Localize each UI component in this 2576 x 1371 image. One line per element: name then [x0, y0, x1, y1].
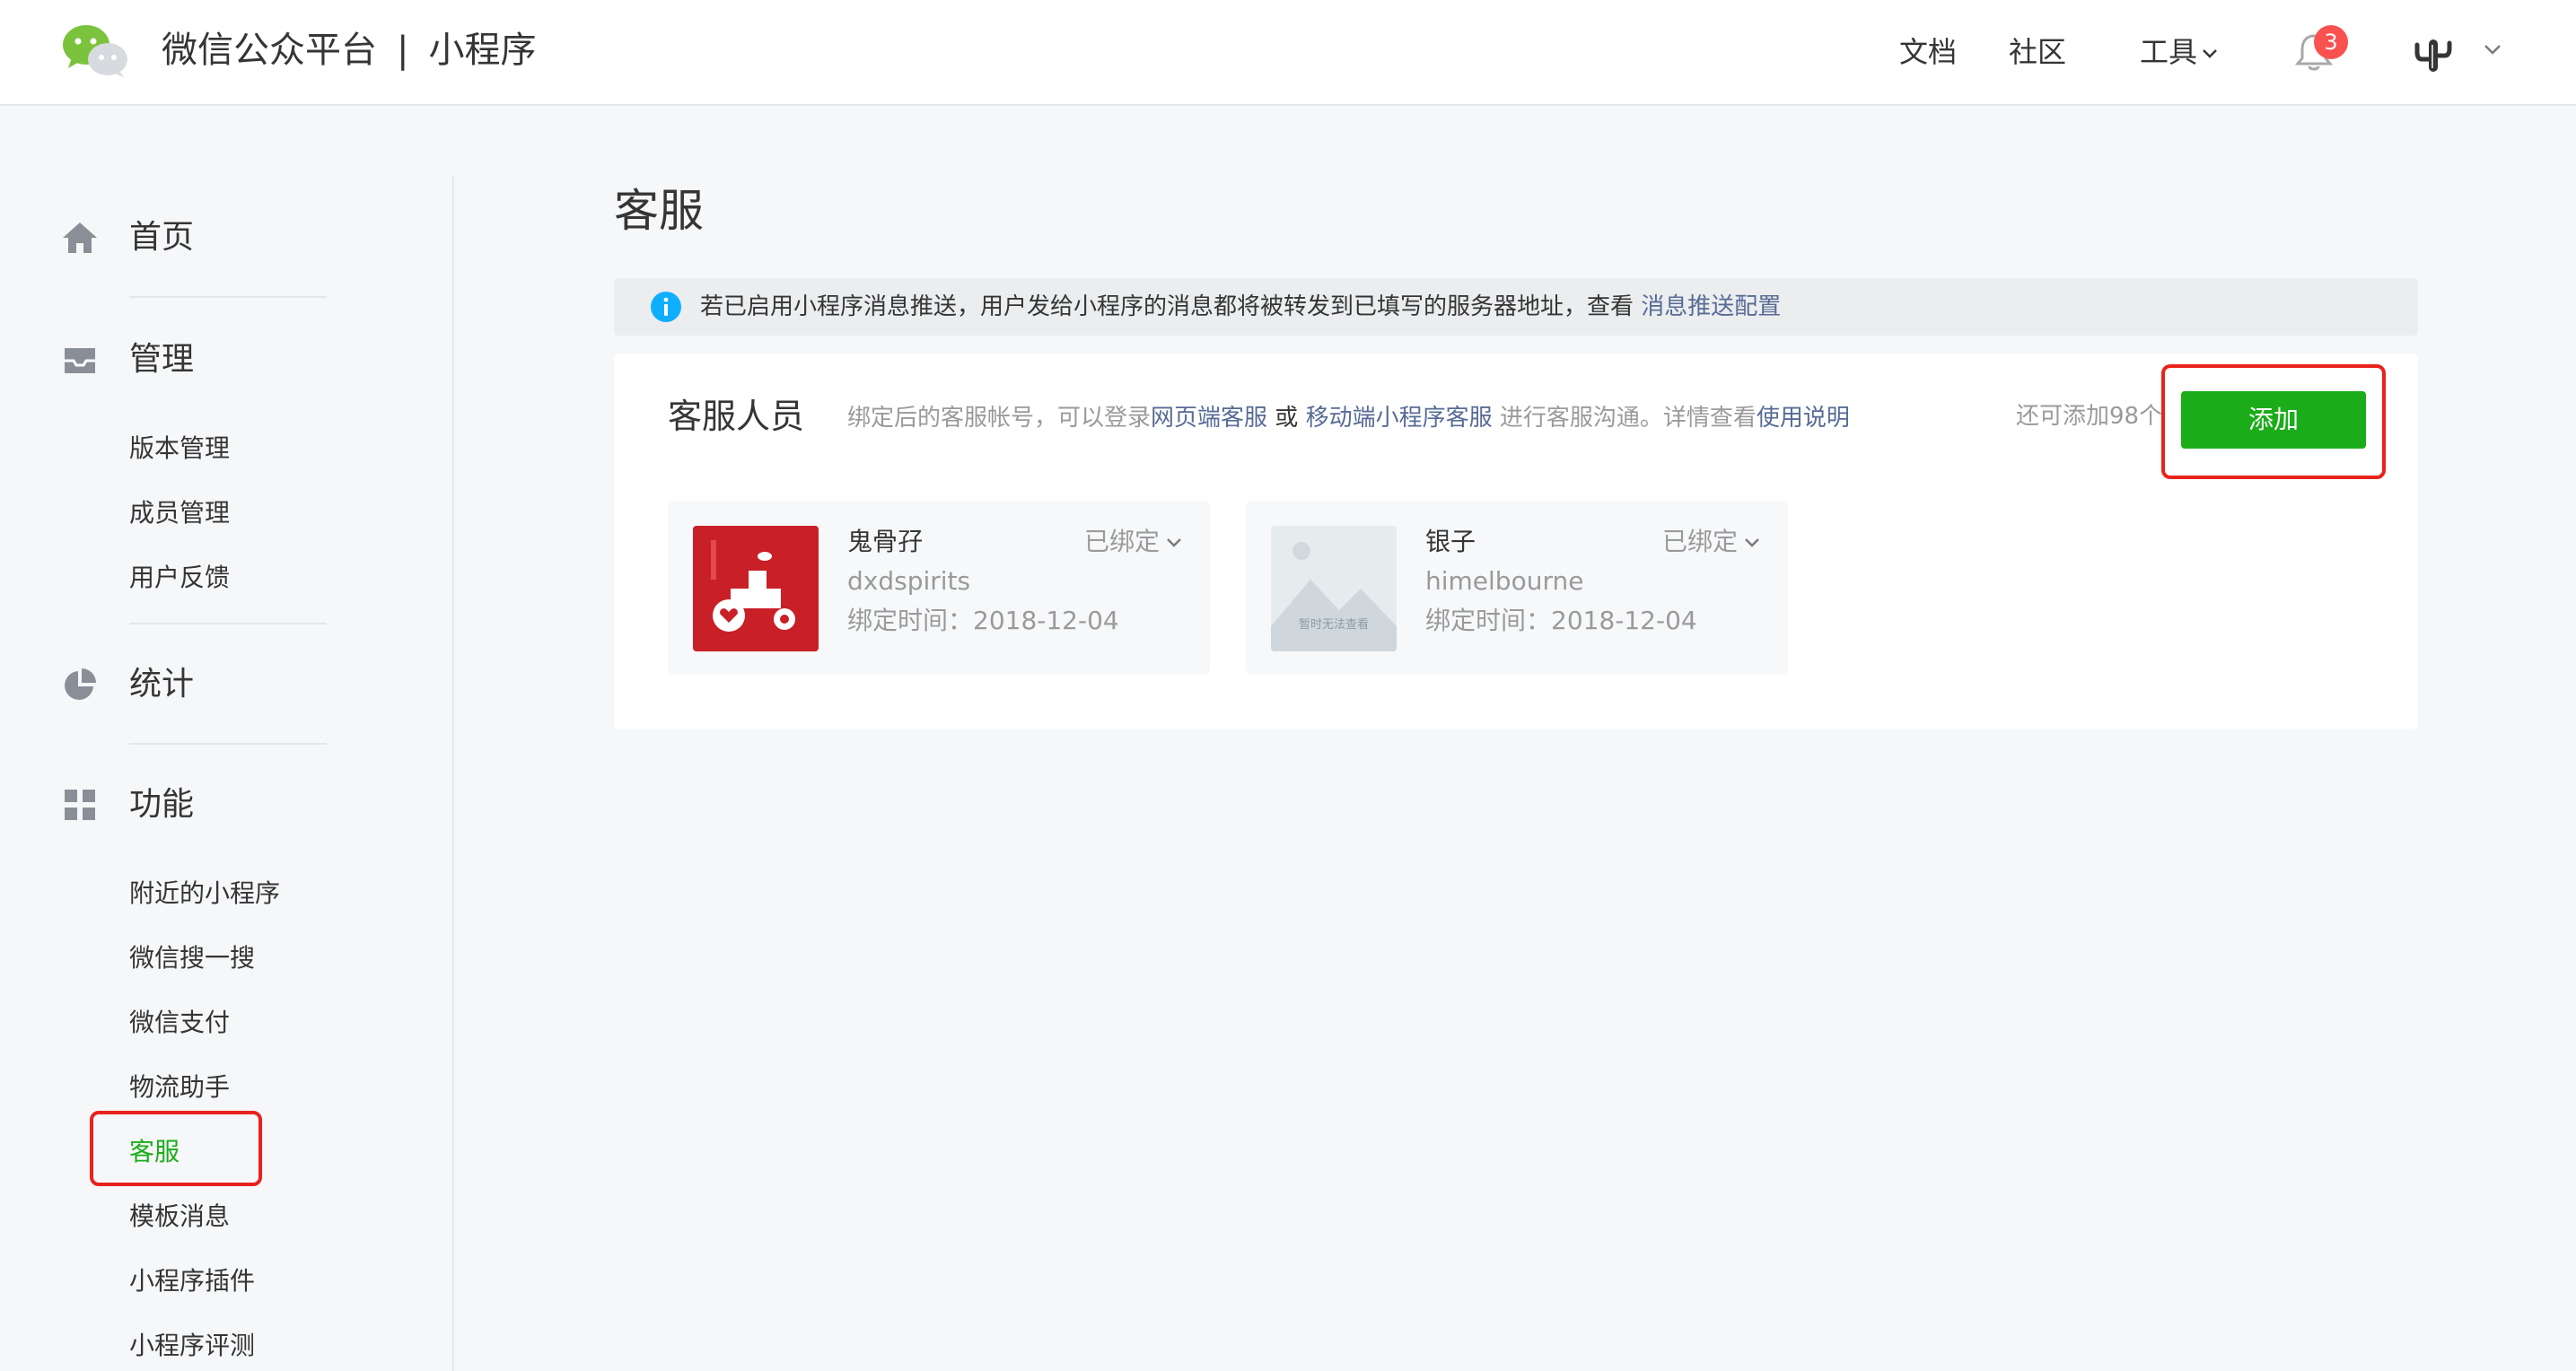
web-customer-service-link[interactable]: 网页端客服 [1151, 405, 1267, 432]
agent-bind-time: 绑定时间：2018-12-04 [847, 606, 1119, 635]
panel-desc-prefix: 绑定后的客服帐号，可以登录 [847, 405, 1152, 432]
panel-desc-or: 或 [1275, 405, 1299, 432]
agent-card: 鬼骨孖 dxdspirits 绑定时间：2018-12-04 已绑定 [668, 501, 1210, 675]
sidebar-item-wechat-search[interactable]: 微信搜一搜 [129, 940, 255, 976]
chevron-down-icon [1745, 538, 1759, 547]
page-title: 客服 [614, 185, 704, 237]
agent-name: 银子 [1425, 527, 1476, 556]
platform-title: 微信公众平台 | 小程序 [162, 27, 536, 74]
wechat-logo[interactable] [61, 22, 129, 79]
inbox-icon [65, 348, 95, 373]
tractor-avatar-icon [693, 526, 819, 651]
remaining-count: 还可添加98个 [2016, 403, 2163, 430]
avatar-unavailable-text: 暂时无法查看 [1299, 617, 1369, 632]
top-header: 微信公众平台 | 小程序 文档 社区 工具 3 [0, 0, 2576, 106]
sidebar-item-version-management[interactable]: 版本管理 [129, 431, 230, 467]
agent-status-label: 已绑定 [1661, 527, 1738, 556]
panel-title: 客服人员 [668, 397, 805, 436]
panel-description: 绑定后的客服帐号，可以登录网页端客服 或 移动端小程序客服 进行客服沟通。详情查… [847, 400, 1850, 436]
account-chevron-down-icon[interactable] [2483, 43, 2502, 57]
add-button-highlight-box [2161, 364, 2386, 479]
agent-wechat-id: dxdspirits [847, 566, 971, 596]
grid-icon [65, 790, 95, 820]
agent-name: 鬼骨孖 [847, 527, 924, 556]
nav-docs-link[interactable]: 文档 [1899, 32, 1957, 72]
sidebar-border [452, 176, 454, 1371]
chevron-down-icon [1167, 538, 1181, 547]
agent-status-label: 已绑定 [1083, 527, 1160, 556]
agent-card: 暂时无法查看 银子 himelbourne 绑定时间：2018-12-04 已绑… [1246, 501, 1788, 675]
customer-service-panel: 客服人员 绑定后的客服帐号，可以登录网页端客服 或 移动端小程序客服 进行客服沟… [614, 354, 2418, 729]
agent-wechat-id: himelbourne [1425, 566, 1584, 596]
notice-text: 若已启用小程序消息推送，用户发给小程序的消息都将被转发到已填写的服务器地址，查看… [700, 287, 1781, 327]
sidebar-item-member-management[interactable]: 成员管理 [129, 495, 230, 531]
nav-community-link[interactable]: 社区 [2009, 32, 2066, 72]
sidebar-item-evaluation[interactable]: 小程序评测 [129, 1328, 255, 1364]
cactus-avatar-icon[interactable] [2413, 34, 2454, 75]
sidebar-home-label: 首页 [129, 219, 195, 256]
sidebar-manage-label: 管理 [129, 341, 195, 378]
agent-status-dropdown[interactable]: 已绑定 [1662, 524, 1761, 560]
product-name: 小程序 [428, 30, 537, 71]
notification-badge: 3 [2314, 25, 2348, 59]
sidebar-features-label: 功能 [129, 786, 195, 823]
image-placeholder-icon: 暂时无法查看 [1271, 526, 1397, 651]
pie-chart-icon [65, 668, 96, 700]
message-push-config-link[interactable]: 消息推送配置 [1641, 293, 1781, 320]
sidebar-statistics-label: 统计 [129, 666, 195, 703]
agent-avatar [693, 526, 819, 651]
sidebar-item-template-message[interactable]: 模板消息 [129, 1199, 230, 1235]
sidebar-item-user-feedback[interactable]: 用户反馈 [129, 560, 230, 596]
sidebar-item-wechat-pay[interactable]: 微信支付 [129, 1005, 230, 1041]
sidebar-item-logistics[interactable]: 物流助手 [129, 1070, 230, 1105]
sidebar-divider [129, 623, 327, 624]
sidebar-divider [129, 743, 327, 745]
notice-bar: 若已启用小程序消息推送，用户发给小程序的消息都将被转发到已填写的服务器地址，查看… [614, 278, 2418, 336]
agent-avatar: 暂时无法查看 [1271, 526, 1397, 651]
usage-guide-link[interactable]: 使用说明 [1757, 405, 1850, 432]
info-icon [651, 292, 681, 322]
nav-tools-label: 工具 [2140, 35, 2198, 69]
mobile-customer-service-link[interactable]: 移动端小程序客服 [1306, 405, 1493, 432]
sidebar-divider [129, 296, 327, 298]
notice-message: 若已启用小程序消息推送，用户发给小程序的消息都将被转发到已填写的服务器地址，查看 [700, 293, 1634, 320]
brand-separator: | [397, 30, 409, 71]
sidebar-item-plugins[interactable]: 小程序插件 [129, 1263, 255, 1299]
panel-desc-middle: 进行客服沟通。详情查看 [1499, 405, 1757, 432]
home-icon [63, 223, 97, 253]
agent-status-dropdown[interactable]: 已绑定 [1084, 524, 1183, 560]
brand-name: 微信公众平台 [162, 30, 377, 71]
agent-bind-time: 绑定时间：2018-12-04 [1425, 606, 1697, 635]
nav-tools-menu[interactable]: 工具 [2140, 32, 2219, 72]
chevron-down-icon [2203, 49, 2217, 58]
customer-service-highlight-box [90, 1111, 262, 1186]
sidebar-item-nearby-miniprogram[interactable]: 附近的小程序 [129, 876, 280, 912]
